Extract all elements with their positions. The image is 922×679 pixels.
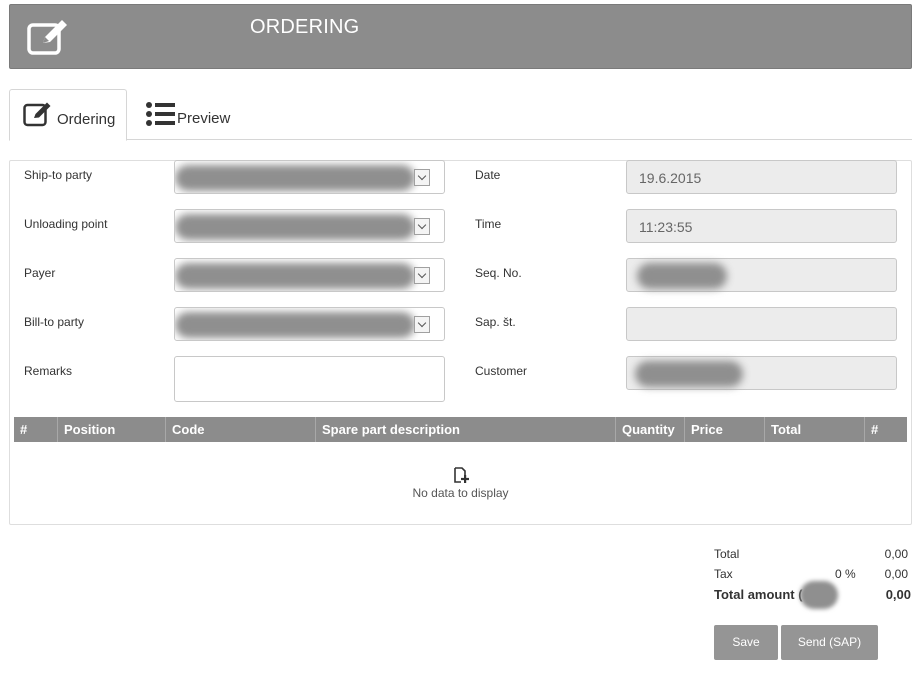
- tax-value: 0,00: [884, 567, 908, 581]
- unloading-point-select[interactable]: [174, 209, 445, 243]
- column-header-code[interactable]: Code: [165, 417, 315, 442]
- date-field[interactable]: 19.6.2015: [626, 160, 897, 194]
- date-label: Date: [475, 168, 501, 182]
- page-title: ORDERING: [250, 16, 360, 38]
- seq-no-label: Seq. No.: [475, 266, 522, 280]
- summary-total-row: Total 0,00: [714, 547, 912, 565]
- bill-to-party-select[interactable]: [174, 307, 445, 341]
- column-header-index[interactable]: #: [14, 417, 57, 442]
- column-header-price[interactable]: Price: [684, 417, 764, 442]
- list-icon: [146, 102, 175, 126]
- chevron-down-icon[interactable]: [414, 169, 430, 186]
- app-header: ORDERING: [9, 4, 912, 69]
- edit-icon: [27, 20, 67, 55]
- total-amount-value: 0,00: [885, 587, 911, 602]
- ship-to-party-select[interactable]: [174, 160, 445, 194]
- customer-label: Customer: [475, 364, 528, 378]
- tab-bar: Ordering Preview: [9, 89, 912, 141]
- time-value: 11:23:55: [639, 219, 693, 235]
- items-grid-header: # Position Code Spare part description Q…: [14, 417, 907, 442]
- sap-number-label: Sap. št.: [475, 315, 516, 329]
- time-label: Time: [475, 217, 502, 231]
- redacted-value: [175, 214, 415, 240]
- chevron-down-icon[interactable]: [414, 316, 430, 333]
- tab-ordering[interactable]: Ordering: [9, 89, 127, 141]
- remarks-label: Remarks: [24, 364, 73, 378]
- bill-to-party-label: Bill-to party: [24, 315, 85, 329]
- total-label: Total: [714, 547, 740, 561]
- empty-message: No data to display: [412, 486, 509, 500]
- customer-field[interactable]: [626, 356, 897, 390]
- save-button[interactable]: Save: [714, 625, 778, 660]
- tab-label: Ordering: [57, 111, 116, 128]
- time-field[interactable]: 11:23:55: [626, 209, 897, 243]
- column-header-actions[interactable]: #: [864, 417, 907, 442]
- tab-preview[interactable]: Preview: [143, 89, 253, 140]
- redacted-value: [175, 263, 415, 289]
- sap-number-field[interactable]: [626, 307, 897, 341]
- edit-icon: [23, 102, 51, 127]
- column-header-quantity[interactable]: Quantity: [615, 417, 684, 442]
- column-header-description[interactable]: Spare part description: [315, 417, 615, 442]
- redacted-value: [175, 312, 415, 338]
- date-value: 19.6.2015: [639, 170, 702, 186]
- items-grid-empty: No data to display: [14, 443, 907, 513]
- ship-to-party-label: Ship-to party: [24, 168, 93, 182]
- payer-label: Payer: [24, 266, 56, 280]
- total-value: 0,00: [884, 547, 908, 561]
- payer-select[interactable]: [174, 258, 445, 292]
- tab-label: Preview: [177, 110, 231, 127]
- redacted-value: [800, 581, 838, 609]
- column-header-position[interactable]: Position: [57, 417, 165, 442]
- redacted-value: [635, 361, 743, 387]
- tax-label: Tax: [714, 567, 733, 581]
- add-file-icon[interactable]: [453, 467, 469, 483]
- seq-no-field[interactable]: [626, 258, 897, 292]
- total-amount-label: Total amount (: [714, 587, 803, 602]
- send-sap-button[interactable]: Send (SAP): [781, 625, 878, 660]
- chevron-down-icon[interactable]: [414, 267, 430, 284]
- column-header-total[interactable]: Total: [764, 417, 864, 442]
- remarks-input[interactable]: [174, 356, 445, 402]
- tax-percent: 0 %: [835, 567, 856, 581]
- chevron-down-icon[interactable]: [414, 218, 430, 235]
- redacted-value: [175, 165, 415, 191]
- redacted-value: [637, 263, 727, 289]
- unloading-point-label: Unloading point: [24, 217, 108, 231]
